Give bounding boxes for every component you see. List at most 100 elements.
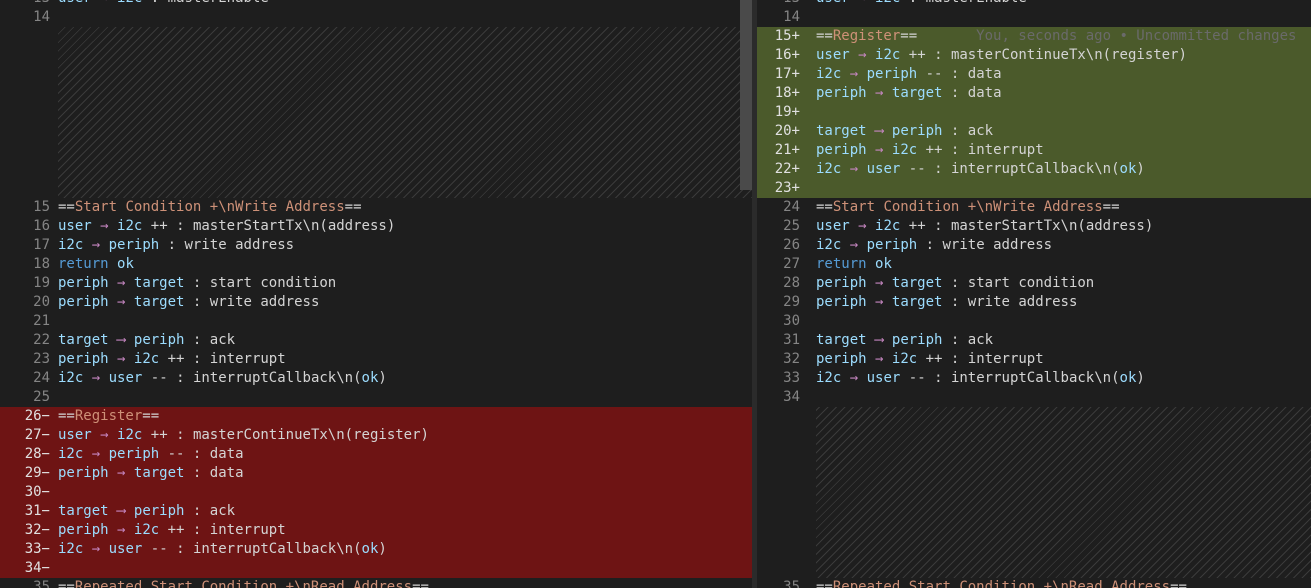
token-arrow: → xyxy=(849,237,859,253)
token-arrow: → xyxy=(91,446,101,462)
token-arrow: → xyxy=(100,427,109,443)
added-line[interactable]: 21+ periph → i2c ++ : interrupt xyxy=(757,141,1311,160)
code-line[interactable]: 18 return ok xyxy=(0,255,752,274)
code-line[interactable]: 27 return ok xyxy=(757,255,1311,274)
added-line[interactable]: 22+ i2c → user -- : interruptCallback\n(o… xyxy=(757,160,1311,179)
token-header: nWrite xyxy=(984,199,1036,215)
line-code: user → i2c ++ : masterContinueTx\n(regis… xyxy=(816,46,1311,65)
code-line[interactable]: 13 user → i2c : masterEnable xyxy=(0,0,752,8)
deleted-line[interactable]: 33− i2c → user -- : interruptCallback\n(o… xyxy=(0,540,752,559)
line-number: 15 xyxy=(33,199,50,215)
deleted-line[interactable]: 32− periph → i2c ++ : interrupt xyxy=(0,521,752,540)
code-line[interactable]: 19 periph → target : start condition xyxy=(0,274,752,293)
line-number: 14 xyxy=(783,9,800,25)
line-number: 21 xyxy=(33,313,50,329)
line-number: 19 xyxy=(33,275,50,291)
code-line[interactable]: 29 periph → target : write address xyxy=(757,293,1311,312)
code-line[interactable]: 26 i2c → periph : write address xyxy=(757,236,1311,255)
token-header: Address xyxy=(285,199,345,215)
diff-right-pane[interactable]: 13user → i2c : masterEnable14 15+==Regist… xyxy=(757,0,1311,588)
token-text: address xyxy=(1018,294,1078,310)
token-text: ( xyxy=(1102,47,1112,63)
token-header: Address xyxy=(1043,199,1103,215)
code-line[interactable]: 15 ==Start Condition +\nWrite Address== xyxy=(0,198,752,217)
code-line[interactable]: 16 user → i2c ++ : masterStartTx\n(addres… xyxy=(0,217,752,236)
deleted-line[interactable]: 30− xyxy=(0,483,752,502)
added-line[interactable]: 20+ target ⟶ periph : ack xyxy=(757,122,1311,141)
code-line[interactable]: 14 xyxy=(0,8,752,27)
line-number: 35 xyxy=(783,579,800,588)
code-line[interactable]: 25 xyxy=(0,388,752,407)
added-line[interactable]: 16+ user → i2c ++ : masterContinueTx\n(re… xyxy=(757,46,1311,65)
code-line[interactable]: 32 periph → i2c ++ : interrupt xyxy=(757,350,1311,369)
code-line[interactable]: 28 periph → target : start condition xyxy=(757,274,1311,293)
diff-left-pane[interactable]: 13user → i2c : masterEnable14 15==Start C… xyxy=(0,0,752,588)
added-line[interactable]: 19+ xyxy=(757,103,1311,122)
code-line[interactable]: 33 i2c → user -- : interruptCallback\n(ok… xyxy=(757,369,1311,388)
token-text: \ xyxy=(1094,161,1103,177)
added-line[interactable]: 18+ periph → target : data xyxy=(757,84,1311,103)
token-header: Start xyxy=(150,579,193,588)
code-line[interactable]: 22 target ⟶ periph : ack xyxy=(0,331,752,350)
code-line[interactable]: 20 periph → target : write address xyxy=(0,293,752,312)
token-text: n xyxy=(1094,47,1103,63)
added-line[interactable]: 23+ xyxy=(757,179,1311,198)
vertical-scrollbar-thumb[interactable] xyxy=(740,0,752,190)
code-line[interactable]: 24 ==Start Condition +\nWrite Address== xyxy=(757,198,1311,217)
code-line[interactable]: 35 ==Repeated Start Condition +\nRead Add… xyxy=(757,578,1311,588)
deleted-line[interactable]: 27− user → i2c ++ : masterContinueTx\n(re… xyxy=(0,426,752,445)
token-text: data xyxy=(209,446,244,462)
added-line[interactable]: 15+ ==Register== You, seconds ago • Uncom… xyxy=(757,27,1311,46)
code-line[interactable]: 34 xyxy=(757,388,1311,407)
code-line[interactable]: 31 target ⟶ periph : ack xyxy=(757,331,1311,350)
line-code: i2c → periph : write address xyxy=(58,236,752,255)
code-line[interactable]: 23 periph → i2c ++ : interrupt xyxy=(0,350,752,369)
code-line[interactable]: 35 ==Repeated Start Condition +\nRead Add… xyxy=(0,578,752,588)
code-line[interactable]: 25 user → i2c ++ : masterStartTx\n(addres… xyxy=(757,217,1311,236)
line-number: 25 xyxy=(783,218,800,234)
token-text: : xyxy=(176,541,185,557)
token-eq: == xyxy=(142,408,160,424)
code-line[interactable]: 21 xyxy=(0,312,752,331)
deleted-line[interactable]: 28− i2c → periph -- : data xyxy=(0,445,752,464)
deleted-line[interactable]: 31− target ⟶ periph : ack xyxy=(0,502,752,521)
token-identifier: target xyxy=(816,332,867,348)
deleted-line[interactable]: 29− periph → target : data xyxy=(0,464,752,483)
token-eq: == xyxy=(1170,579,1187,588)
code-line[interactable]: 17 i2c → periph : write address xyxy=(0,236,752,255)
line-code: ==Register== You, seconds ago • Uncommit… xyxy=(816,27,1311,46)
code-line[interactable]: 30 xyxy=(757,312,1311,331)
token-header xyxy=(959,199,967,215)
code-line[interactable]: 24 i2c → user -- : interruptCallback\n(ok… xyxy=(0,369,752,388)
token-header: \ xyxy=(976,199,985,215)
code-line[interactable]: 13 user → i2c : masterEnable xyxy=(757,0,1311,8)
token-text: : xyxy=(176,370,185,386)
token-text: : xyxy=(176,427,185,443)
token-text: \ xyxy=(1085,47,1095,63)
deleted-line[interactable]: 34− xyxy=(0,559,752,578)
line-number: 33 xyxy=(783,370,800,386)
code-line[interactable]: 14 xyxy=(757,8,1311,27)
line-code: ==Start Condition +\nWrite Address== xyxy=(816,198,1311,217)
added-line[interactable]: 17+ i2c → periph -- : data xyxy=(757,65,1311,84)
deleted-line[interactable]: 26− ==Register== xyxy=(0,407,752,426)
token-identifier: periph xyxy=(58,465,109,481)
